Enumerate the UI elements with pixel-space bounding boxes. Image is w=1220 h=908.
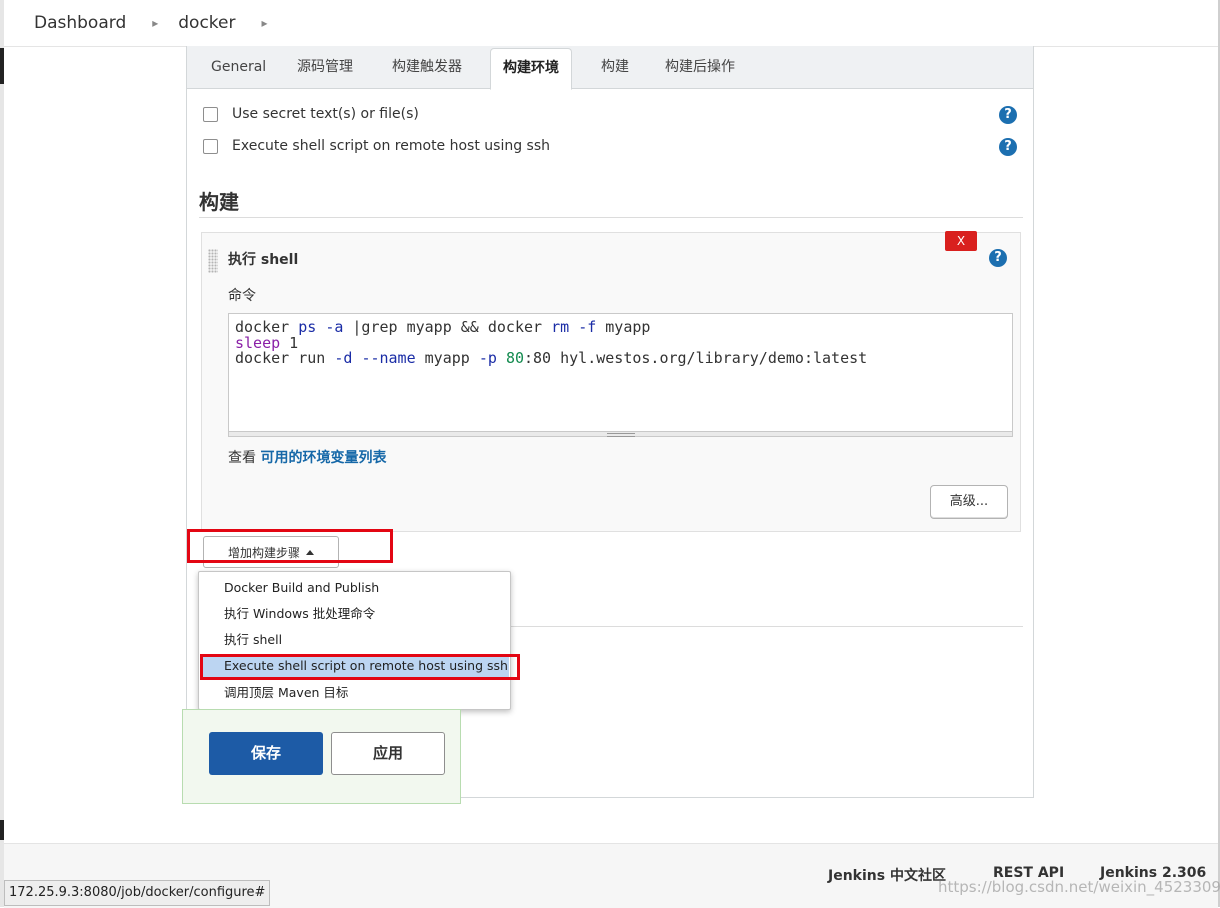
window-edge-shadow bbox=[0, 48, 4, 84]
tab-triggers[interactable]: 构建触发器 bbox=[392, 56, 462, 88]
option-secret-text[interactable]: Use secret text(s) or file(s) bbox=[203, 106, 419, 122]
env-vars-line: 查看 可用的环境变量列表 bbox=[228, 447, 386, 467]
menu-item-maven[interactable]: 调用顶层 Maven 目标 bbox=[200, 681, 509, 704]
delete-step-button[interactable]: X bbox=[945, 231, 977, 251]
menu-item-windows-batch[interactable]: 执行 Windows 批处理命令 bbox=[200, 602, 509, 625]
help-icon[interactable]: ? bbox=[989, 249, 1007, 267]
tab-post-build[interactable]: 构建后操作 bbox=[665, 56, 735, 88]
tab-build-env[interactable]: 构建环境 bbox=[490, 48, 572, 90]
env-vars-prefix: 查看 bbox=[228, 450, 261, 466]
help-icon[interactable]: ? bbox=[999, 138, 1017, 156]
tab-scm[interactable]: 源码管理 bbox=[297, 56, 353, 88]
window-left-edge bbox=[0, 0, 4, 907]
footer-community-link[interactable]: Jenkins 中文社区 bbox=[828, 865, 946, 885]
status-bar-url: 172.25.9.3:8080/job/docker/configure# bbox=[4, 880, 271, 906]
secret-text-checkbox[interactable] bbox=[203, 106, 218, 122]
help-icon[interactable]: ? bbox=[999, 106, 1017, 124]
option-remote-ssh[interactable]: Execute shell script on remote host usin… bbox=[203, 138, 550, 154]
add-build-step-label: 增加构建步骤 bbox=[227, 545, 300, 560]
tab-general[interactable]: General bbox=[211, 56, 266, 88]
drag-handle-icon[interactable] bbox=[208, 249, 218, 273]
apply-button[interactable]: 应用 bbox=[331, 732, 445, 775]
build-step-title: 执行 shell bbox=[228, 252, 299, 268]
chevron-right-icon[interactable]: ▸ bbox=[152, 16, 158, 30]
breadcrumb-dashboard[interactable]: Dashboard bbox=[34, 13, 126, 33]
chevron-right-icon[interactable]: ▸ bbox=[262, 16, 268, 30]
breadcrumb-job[interactable]: docker bbox=[178, 13, 235, 33]
save-button[interactable]: 保存 bbox=[209, 732, 323, 775]
textarea-resize-handle[interactable] bbox=[228, 431, 1013, 437]
menu-item-docker-build[interactable]: Docker Build and Publish bbox=[200, 576, 509, 599]
config-tabbar: General 源码管理 构建触发器 构建环境 构建 构建后操作 bbox=[187, 46, 1033, 90]
code-line: docker run -d --name myapp -p 80:80 hyl.… bbox=[235, 349, 868, 367]
add-build-step-button[interactable]: 增加构建步骤 bbox=[203, 536, 339, 568]
menu-item-remote-ssh[interactable]: Execute shell script on remote host usin… bbox=[200, 654, 509, 677]
env-vars-link[interactable]: 可用的环境变量列表 bbox=[260, 450, 386, 466]
save-bar: 保存 应用 bbox=[182, 709, 461, 804]
code-line: docker ps -a |grep myapp && docker rm -f… bbox=[235, 318, 651, 336]
advanced-button[interactable]: 高级... bbox=[930, 485, 1008, 519]
build-step-shell: 执行 shell X ? 命令 docker ps -a |grep myapp… bbox=[201, 231, 1021, 532]
window-edge-shadow bbox=[0, 820, 4, 840]
menu-item-shell[interactable]: 执行 shell bbox=[200, 628, 509, 651]
add-step-menu: Docker Build and Publish 执行 Windows 批处理命… bbox=[198, 571, 511, 710]
caret-up-icon bbox=[306, 549, 314, 555]
secret-text-label: Use secret text(s) or file(s) bbox=[232, 106, 419, 122]
remote-ssh-checkbox[interactable] bbox=[203, 138, 218, 154]
breadcrumb: Dashboard ▸ docker ▸ bbox=[4, 0, 1218, 47]
resize-grip-icon bbox=[607, 433, 635, 437]
section-divider bbox=[507, 626, 1023, 627]
build-section-title: 构建 bbox=[199, 190, 239, 214]
watermark: https://blog.csdn.net/weixin_45233090 bbox=[938, 878, 1220, 896]
tab-build[interactable]: 构建 bbox=[601, 56, 629, 88]
command-textarea[interactable]: docker ps -a |grep myapp && docker rm -f… bbox=[228, 313, 1013, 437]
section-divider bbox=[199, 217, 1023, 218]
command-label: 命令 bbox=[228, 288, 256, 304]
remote-ssh-label: Execute shell script on remote host usin… bbox=[232, 138, 551, 154]
